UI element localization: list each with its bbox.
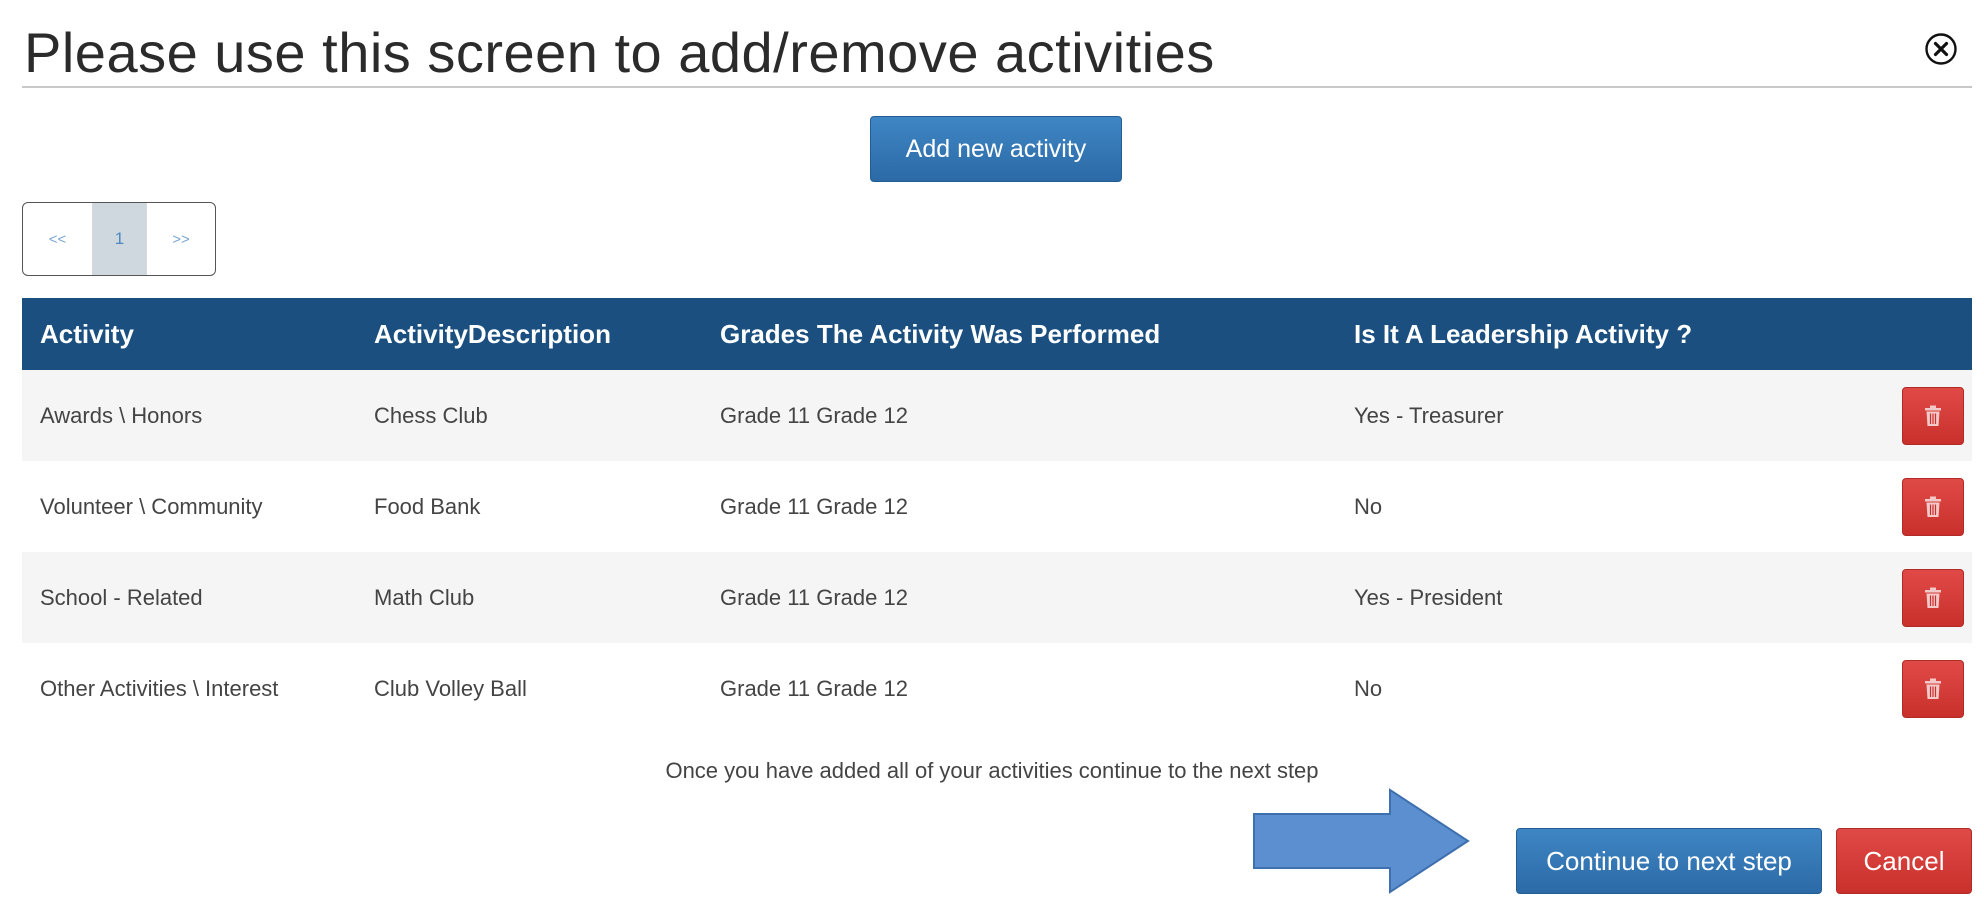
instruction-note: Once you have added all of your activiti… xyxy=(665,758,1319,783)
cell-activity: Awards \ Honors xyxy=(22,370,356,461)
table-row: School - Related Math Club Grade 11 Grad… xyxy=(22,552,1972,643)
pagination-page-1[interactable]: 1 xyxy=(93,203,147,275)
right-arrow-icon xyxy=(1253,788,1470,894)
column-header-grades: Grades The Activity Was Performed xyxy=(702,298,1336,370)
column-header-leadership: Is It A Leadership Activity ? xyxy=(1336,298,1878,370)
cell-grades: Grade 11 Grade 12 xyxy=(702,370,1336,461)
cell-leadership: Yes - Treasurer xyxy=(1336,370,1878,461)
dialog-title: Please use this screen to add/remove act… xyxy=(24,21,1215,84)
cell-actions xyxy=(1878,370,1972,461)
cell-description: Club Volley Ball xyxy=(356,643,702,734)
cell-grades: Grade 11 Grade 12 xyxy=(702,552,1336,643)
cell-leadership: No xyxy=(1336,461,1878,552)
cancel-button[interactable]: Cancel xyxy=(1836,828,1972,894)
cell-grades: Grade 11 Grade 12 xyxy=(702,643,1336,734)
delete-row-button[interactable] xyxy=(1902,659,1964,718)
cell-leadership: Yes - President xyxy=(1336,552,1878,643)
cell-actions xyxy=(1878,461,1972,552)
pagination-prev-button[interactable]: << xyxy=(23,203,93,275)
trash-icon xyxy=(1925,496,1941,517)
table-row: Volunteer \ Community Food Bank Grade 11… xyxy=(22,461,1972,552)
table-row: Other Activities \ Interest Club Volley … xyxy=(22,643,1972,734)
column-header-actions xyxy=(1878,298,1972,370)
cell-actions xyxy=(1878,552,1972,643)
trash-icon xyxy=(1925,405,1941,426)
column-header-activity: Activity xyxy=(22,298,356,370)
cell-description: Food Bank xyxy=(356,461,702,552)
close-icon[interactable] xyxy=(1924,32,1958,66)
delete-row-button[interactable] xyxy=(1902,386,1964,445)
trash-icon xyxy=(1925,587,1941,608)
cell-activity: Other Activities \ Interest xyxy=(22,643,356,734)
add-new-activity-button[interactable]: Add new activity xyxy=(870,116,1122,182)
trash-icon xyxy=(1925,678,1941,699)
continue-button[interactable]: Continue to next step xyxy=(1516,828,1822,894)
title-divider xyxy=(22,86,1972,88)
cell-leadership: No xyxy=(1336,643,1878,734)
pagination: << 1 >> xyxy=(22,202,216,276)
cell-activity: Volunteer \ Community xyxy=(22,461,356,552)
cell-grades: Grade 11 Grade 12 xyxy=(702,461,1336,552)
activities-table: Activity ActivityDescription Grades The … xyxy=(22,298,1972,734)
cell-actions xyxy=(1878,643,1972,734)
column-header-description: ActivityDescription xyxy=(356,298,702,370)
cell-description: Chess Club xyxy=(356,370,702,461)
delete-row-button[interactable] xyxy=(1902,568,1964,627)
cell-activity: School - Related xyxy=(22,552,356,643)
pagination-next-button[interactable]: >> xyxy=(147,203,215,275)
delete-row-button[interactable] xyxy=(1902,477,1964,536)
table-row: Awards \ Honors Chess Club Grade 11 Grad… xyxy=(22,370,1972,461)
table-header-row: Activity ActivityDescription Grades The … xyxy=(22,298,1972,370)
cell-description: Math Club xyxy=(356,552,702,643)
